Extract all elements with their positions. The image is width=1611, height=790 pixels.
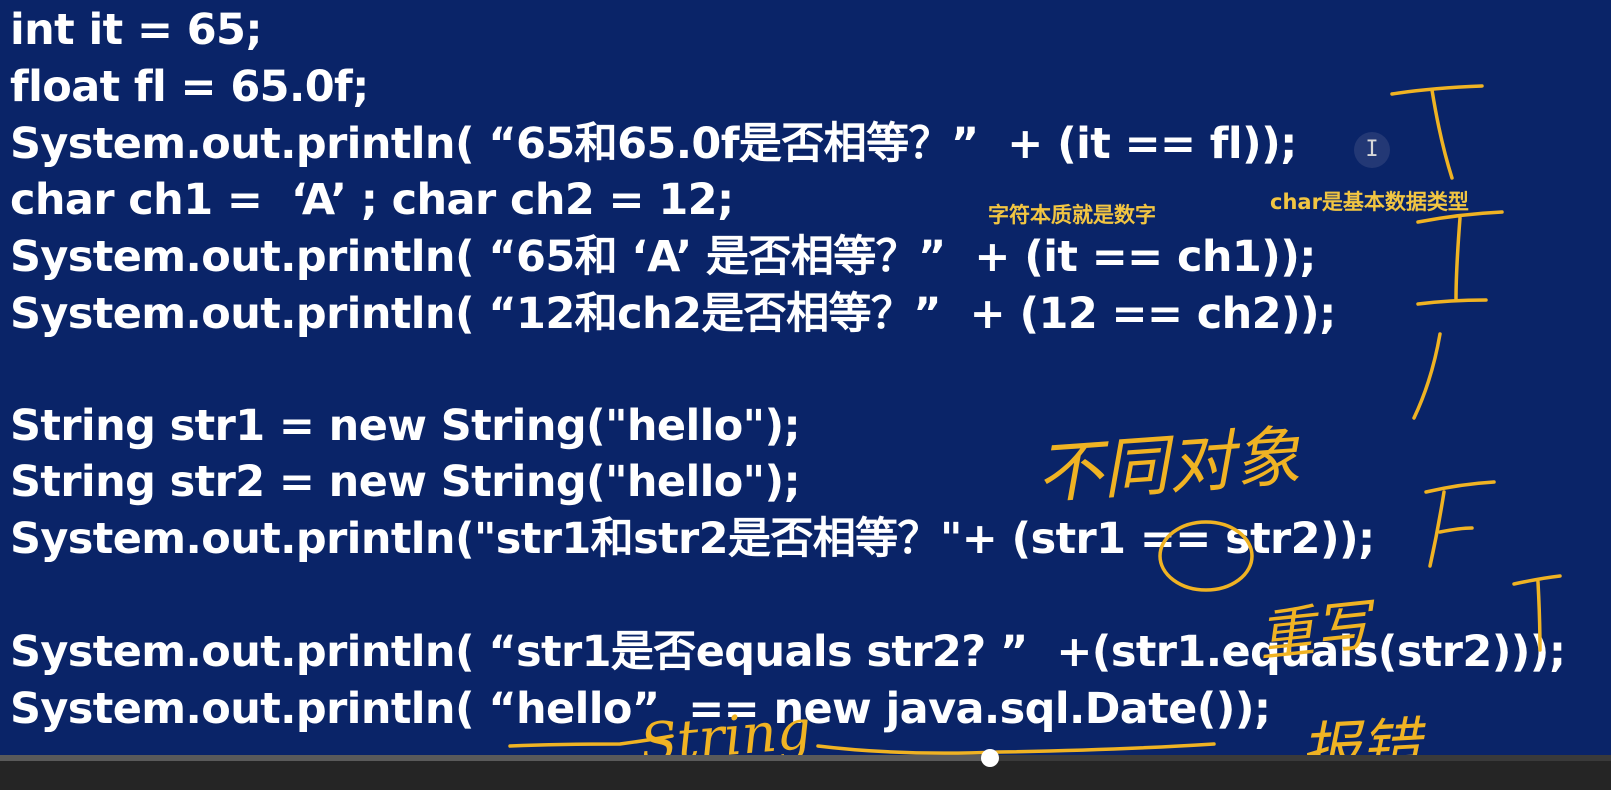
code-line-6: System.out.println( “12和ch2是否相等？” + (12 …: [10, 289, 1336, 339]
handwritten-different-objects: 不同对象: [1034, 417, 1303, 514]
progress-fill: [0, 755, 990, 761]
code-line-1: int it = 65;: [10, 5, 263, 55]
progress-handle[interactable]: [980, 749, 999, 767]
text-cursor-icon: I: [1354, 132, 1390, 168]
code-line-7: String str1 = new String("hello");: [10, 401, 801, 451]
video-frame: int it = 65; float fl = 65.0f; System.ou…: [0, 0, 1611, 790]
mark-true-1: [1390, 84, 1484, 180]
code-line-9: System.out.println("str1和str2是否相等？"+ (st…: [10, 514, 1375, 564]
code-line-8: String str2 = new String("hello");: [10, 457, 801, 507]
code-line-2: float fl = 65.0f;: [10, 62, 369, 112]
mark-true-3: [1416, 298, 1488, 306]
handwritten-overridden: 重写: [1255, 593, 1374, 670]
code-line-3: System.out.println( “65和65.0f是否相等？” + (i…: [10, 119, 1297, 169]
progress-track[interactable]: [0, 749, 1611, 767]
note-char-primitive: char是基本数据类型: [1270, 190, 1469, 214]
note-char-numeric: 字符本质就是数字: [988, 203, 1156, 227]
code-line-5: System.out.println( “65和 ‘A’ 是否相等？” + (i…: [10, 232, 1316, 282]
mark-true-4: [1412, 332, 1442, 420]
underline-date: [816, 742, 1216, 755]
player-control-bar[interactable]: [0, 758, 1611, 790]
code-line-4: char ch1 = ‘A’ ; char ch2 = 12;: [10, 175, 734, 225]
mark-true-2: [1416, 210, 1504, 302]
mark-false: [1424, 480, 1496, 568]
